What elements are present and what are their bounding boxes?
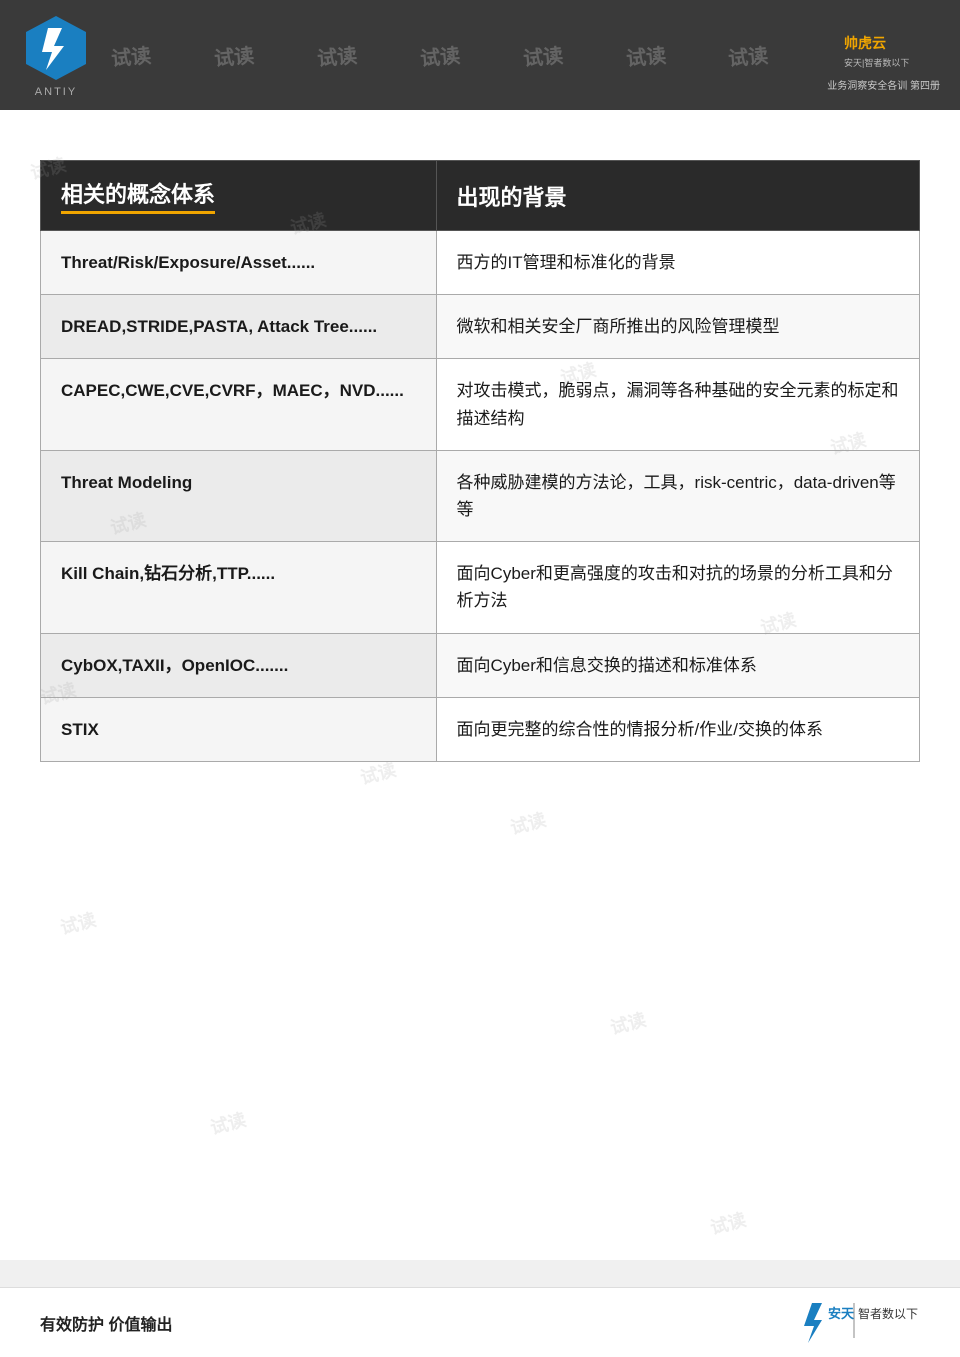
table-cell-right: 对攻击模式，脆弱点，漏洞等各种基础的安全元素的标定和描述结构	[436, 359, 919, 450]
header-wm-1: 试读	[110, 39, 152, 71]
table-cell-left: DREAD,STRIDE,PASTA, Attack Tree......	[41, 295, 437, 359]
table-row: Threat Modeling各种威胁建模的方法论，工具，risk-centri…	[41, 450, 920, 541]
table-cell-left: STIX	[41, 697, 437, 761]
header-watermarks: 试读 试读 试读 试读 试读 试读 试读	[80, 0, 800, 110]
table-row: DREAD,STRIDE,PASTA, Attack Tree......微软和…	[41, 295, 920, 359]
table-cell-right: 面向Cyber和信息交换的描述和标准体系	[436, 633, 919, 697]
table-cell-left: Threat/Risk/Exposure/Asset......	[41, 231, 437, 295]
table-cell-right: 各种威胁建模的方法论，工具，risk-centric，data-driven等等	[436, 450, 919, 541]
svg-text:帅虎云: 帅虎云	[844, 35, 886, 51]
footer: 有效防护 价值输出 安天 智者数以下	[0, 1287, 960, 1357]
header-bar: ANTIY 试读 试读 试读 试读 试读 试读 试读 帅虎云 安天|智者数以下 …	[0, 0, 960, 110]
table-row: Threat/Risk/Exposure/Asset......西方的IT管理和…	[41, 231, 920, 295]
footer-left-text: 有效防护 价值输出	[40, 1311, 172, 1335]
table-header-row: 相关的概念体系 出现的背景	[41, 161, 920, 231]
svg-text:安天|智者数以下: 安天|智者数以下	[844, 57, 909, 68]
table-cell-right: 面向Cyber和更高强度的攻击和对抗的场景的分析工具和分析方法	[436, 542, 919, 633]
svg-text:安天: 安天	[828, 1306, 855, 1321]
logo-text: ANTIY	[35, 86, 77, 98]
header-wm-4: 试读	[419, 39, 461, 71]
header-right-logo: 帅虎云 安天|智者数以下 业务洞察安全各训 第四册	[827, 18, 940, 92]
header-wm-5: 试读	[522, 39, 564, 71]
table-cell-left: Threat Modeling	[41, 450, 437, 541]
header-tagline: 业务洞察安全各训 第四册	[827, 77, 940, 92]
col1-header-text: 相关的概念体系	[61, 177, 215, 214]
footer-right-logo: 安天 智者数以下	[790, 1298, 920, 1348]
header-wm-7: 试读	[727, 39, 769, 71]
table-cell-right: 微软和相关安全厂商所推出的风险管理模型	[436, 295, 919, 359]
table-cell-right: 西方的IT管理和标准化的背景	[436, 231, 919, 295]
header-wm-3: 试读	[316, 39, 358, 71]
main-table: 相关的概念体系 出现的背景 Threat/Risk/Exposure/Asset…	[40, 160, 920, 762]
footer-logo-svg: 安天 智者数以下	[790, 1298, 920, 1348]
header-right-logo-svg: 帅虎云 安天|智者数以下	[839, 18, 929, 73]
table-row: CybOX,TAXII，OpenIOC.......面向Cyber和信息交换的描…	[41, 633, 920, 697]
table-cell-left: CybOX,TAXII，OpenIOC.......	[41, 633, 437, 697]
table-cell-left: Kill Chain,钻石分析,TTP......	[41, 542, 437, 633]
table-row: Kill Chain,钻石分析,TTP......面向Cyber和更高强度的攻击…	[41, 542, 920, 633]
table-body: Threat/Risk/Exposure/Asset......西方的IT管理和…	[41, 231, 920, 762]
table-cell-right: 面向更完整的综合性的情报分析/作业/交换的体系	[436, 697, 919, 761]
header-wm-2: 试读	[213, 39, 255, 71]
table-cell-left: CAPEC,CWE,CVE,CVRF，MAEC，NVD......	[41, 359, 437, 450]
table-row: STIX面向更完整的综合性的情报分析/作业/交换的体系	[41, 697, 920, 761]
main-content: 相关的概念体系 出现的背景 Threat/Risk/Exposure/Asset…	[0, 110, 960, 1260]
svg-text:智者数以下: 智者数以下	[858, 1306, 918, 1321]
col1-header: 相关的概念体系	[41, 161, 437, 231]
table-row: CAPEC,CWE,CVE,CVRF，MAEC，NVD......对攻击模式，脆…	[41, 359, 920, 450]
header-wm-6: 试读	[624, 39, 666, 71]
col2-header: 出现的背景	[436, 161, 919, 231]
